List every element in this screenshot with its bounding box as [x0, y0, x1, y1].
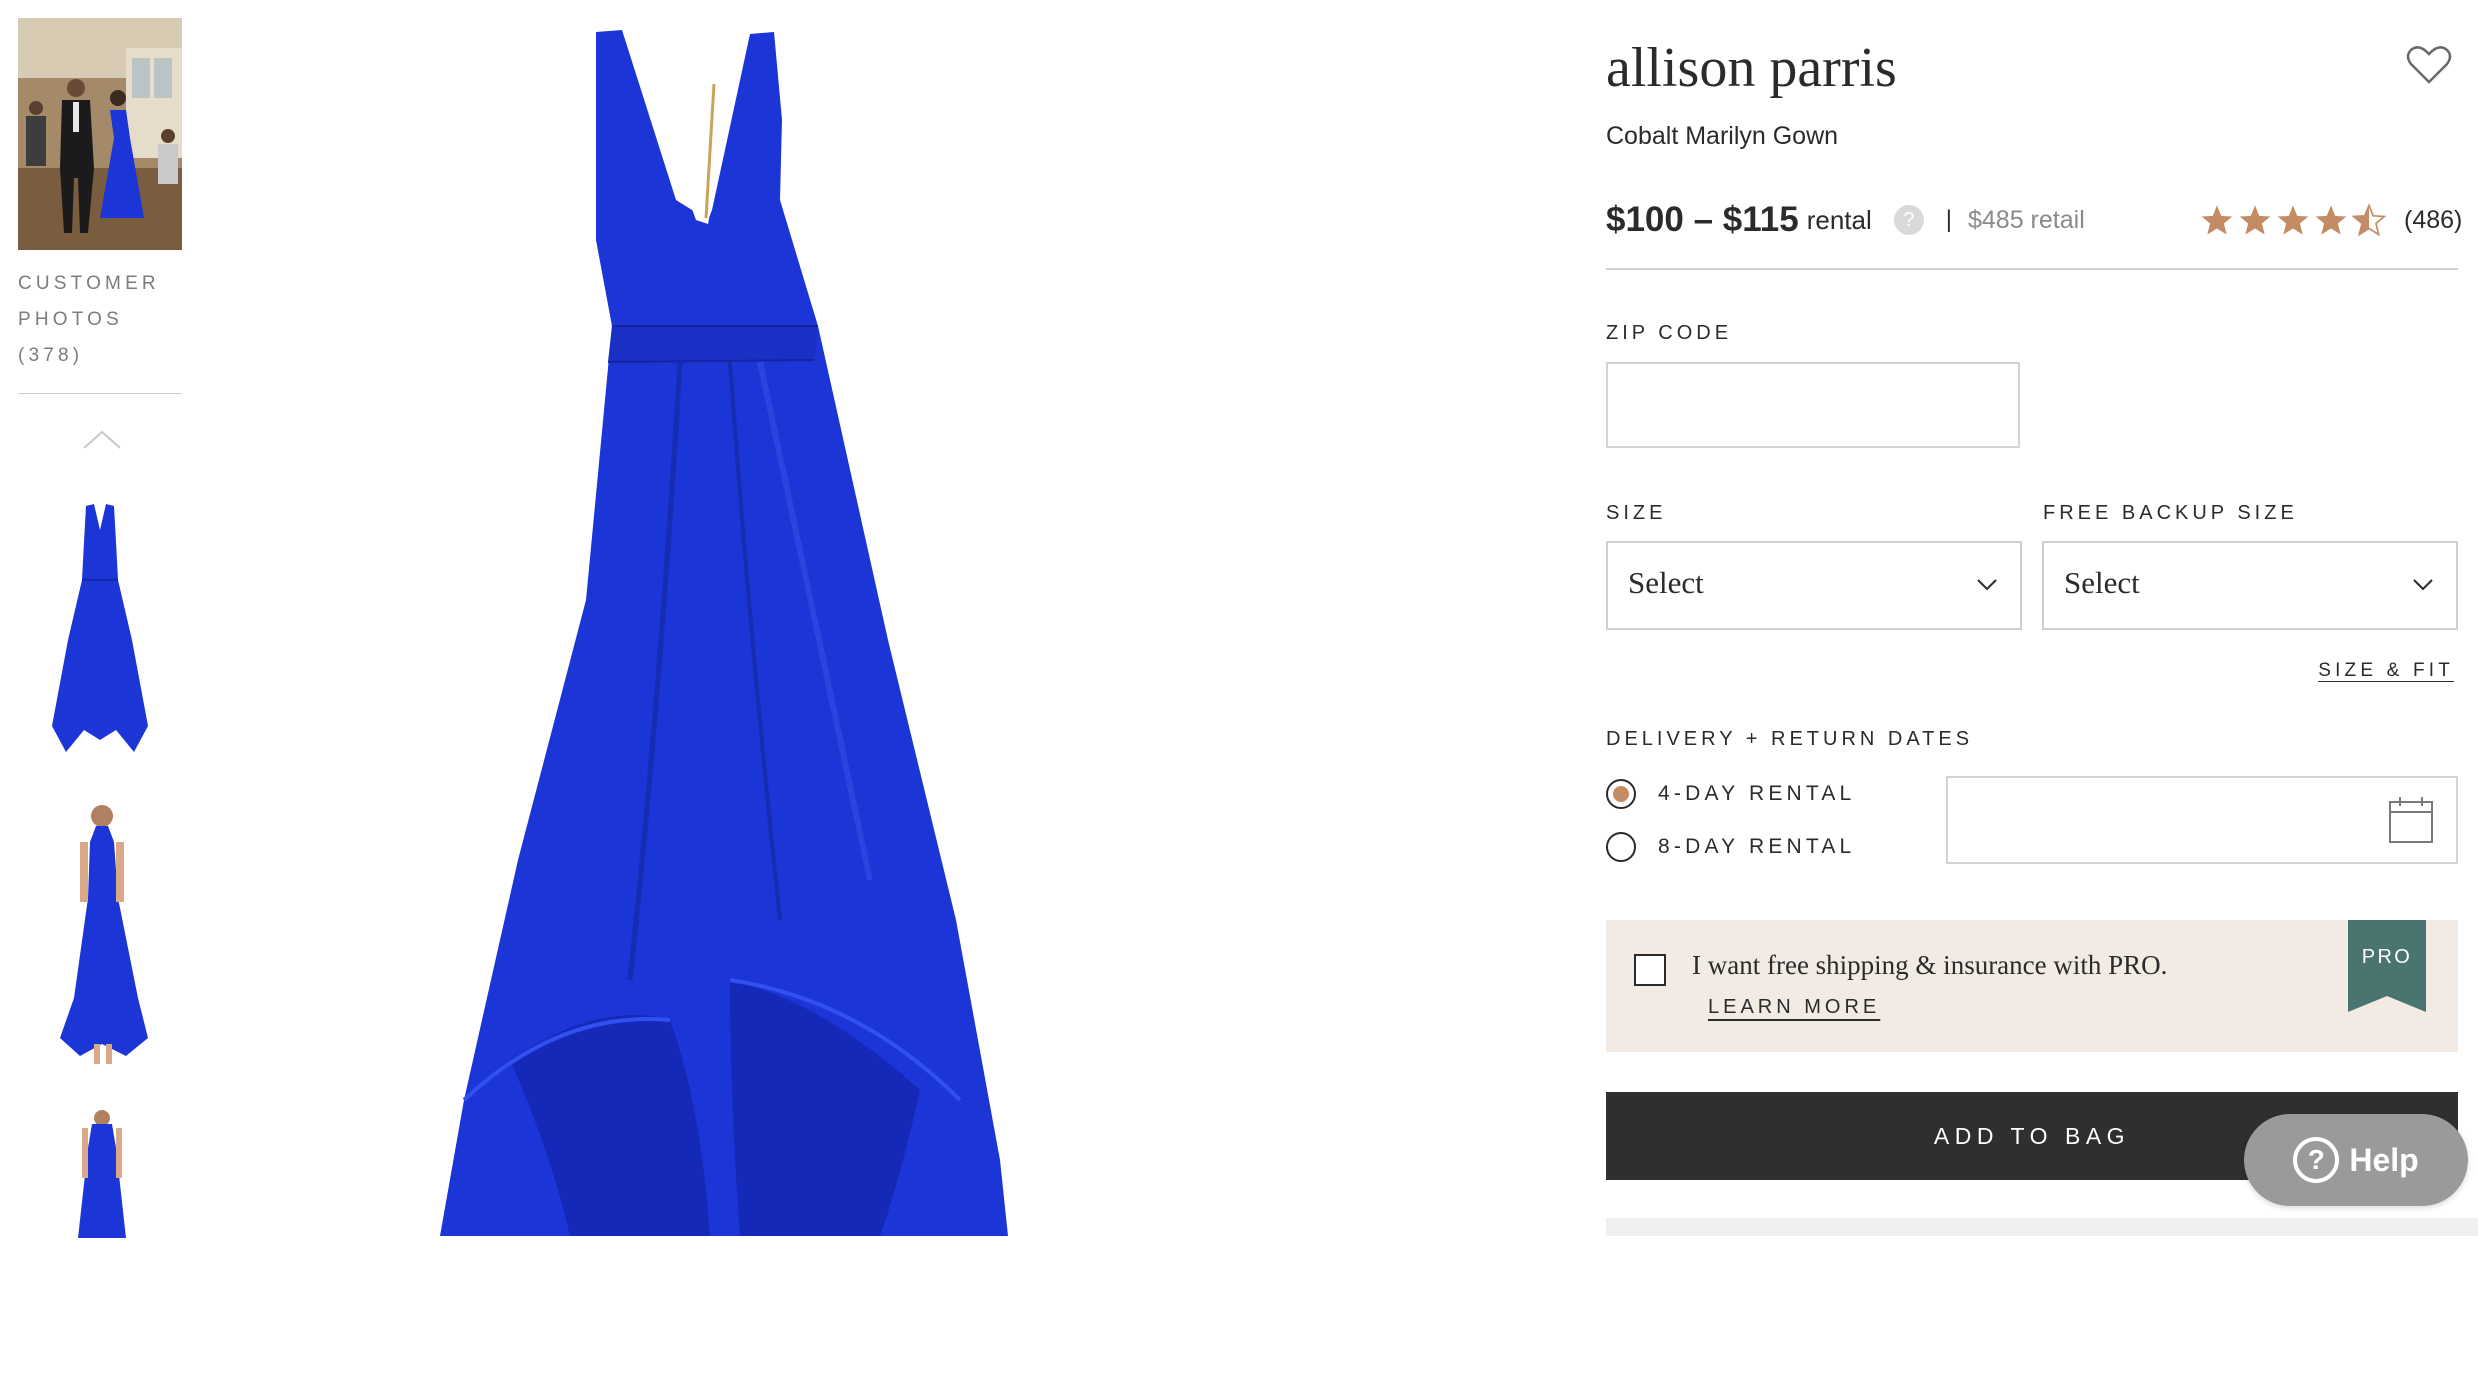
retail-price: $485 retail	[1968, 205, 2085, 234]
help-button[interactable]: ? Help	[2244, 1114, 2468, 1206]
rental-option-4-day[interactable]: 4-DAY RENTAL	[1606, 779, 1855, 809]
size-select[interactable]: Select	[1606, 541, 2022, 630]
delivery-date-picker[interactable]	[1946, 776, 2458, 864]
rental-option-8-day[interactable]: 8-DAY RENTAL	[1606, 832, 1855, 862]
radio-selected[interactable]	[1606, 779, 1636, 809]
brand-name[interactable]: allison parris	[1606, 36, 1897, 100]
rental-price-suffix: rental	[1806, 204, 1872, 235]
pro-badge-label: PRO	[2361, 946, 2413, 968]
rating[interactable]: (486)	[2200, 198, 2462, 242]
price-separator: |	[1945, 206, 1952, 233]
backup-size-select[interactable]: Select	[2042, 541, 2458, 630]
star-rating	[2200, 204, 2386, 236]
review-count: (486)	[2404, 205, 2463, 234]
rental-option-label: 4-DAY RENTAL	[1658, 782, 1856, 805]
price-row: $100 – $115 rental ? | $485 retail	[1606, 196, 2085, 244]
size-label: SIZE	[1606, 502, 1667, 524]
pro-checkbox[interactable]	[1634, 954, 1666, 986]
radio-unselected[interactable]	[1606, 832, 1636, 862]
chevron-up-icon[interactable]	[82, 428, 122, 452]
half-star-icon	[2352, 204, 2386, 236]
customer-photo-image	[18, 18, 182, 250]
help-label: Help	[2349, 1141, 2419, 1178]
star-icon	[2315, 205, 2347, 235]
star-icon	[2239, 205, 2271, 235]
divider	[1606, 268, 2458, 270]
main-product-image	[440, 30, 1008, 1236]
dress-model-thumbnail-image	[60, 805, 148, 1064]
pro-upsell: I want free shipping & insurance with PR…	[1606, 920, 2458, 1052]
delivery-dates-label: DELIVERY + RETURN DATES	[1606, 728, 1974, 750]
customer-photos-label[interactable]: CUSTOMER PHOTOS (378)	[18, 266, 198, 374]
calendar-icon	[2389, 797, 2433, 843]
star-icon	[2201, 205, 2233, 235]
heart-icon[interactable]	[2406, 44, 2452, 86]
bottom-strip	[1606, 1218, 2478, 1236]
learn-more-link[interactable]: LEARN MORE	[1708, 996, 1880, 1019]
rail-divider	[18, 393, 182, 394]
product-name: Cobalt Marilyn Gown	[1606, 122, 1839, 150]
rental-option-label: 8-DAY RENTAL	[1658, 835, 1856, 858]
customer-photos-count: (378)	[18, 345, 84, 366]
size-fit-link[interactable]: SIZE & FIT	[2318, 660, 2454, 682]
zip-code-label: ZIP CODE	[1606, 322, 1733, 344]
backup-size-select-value: Select	[2064, 565, 2140, 600]
price-help-icon[interactable]: ?	[1893, 205, 1924, 235]
zip-code-input[interactable]	[1606, 362, 2020, 448]
chevron-down-icon	[2413, 579, 2433, 591]
thumbnail-back[interactable]	[18, 1108, 182, 1378]
thumbnail-model[interactable]	[18, 798, 182, 1068]
dress-back-thumbnail-image	[78, 1110, 126, 1238]
dress-thumbnail-image	[52, 504, 148, 752]
star-icon	[2277, 205, 2309, 235]
customer-photos-label-line2: PHOTOS	[18, 309, 123, 330]
question-icon: ?	[2293, 1137, 2340, 1183]
size-select-value: Select	[1628, 565, 1704, 600]
pro-badge: PRO	[2348, 920, 2426, 1012]
backup-size-label: FREE BACKUP SIZE	[2043, 502, 2298, 524]
thumbnail-front[interactable]	[18, 490, 182, 760]
customer-photos-label-line1: CUSTOMER	[18, 273, 160, 294]
pro-upsell-text: I want free shipping & insurance with PR…	[1692, 950, 2168, 980]
customer-photo-thumbnail[interactable]	[18, 18, 182, 250]
rental-price: $100 – $115	[1606, 200, 1799, 239]
chevron-down-icon	[1977, 579, 1997, 591]
